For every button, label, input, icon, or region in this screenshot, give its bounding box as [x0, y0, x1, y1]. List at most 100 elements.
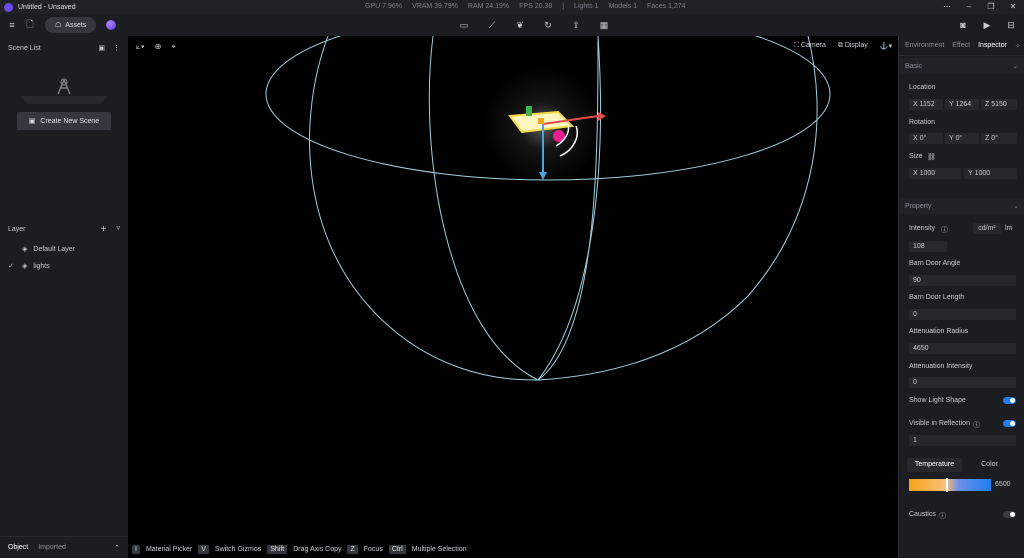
barn-door-length-input[interactable]: 0 [909, 309, 1016, 320]
tab-imported[interactable]: Imported [38, 544, 66, 551]
size-x-field[interactable]: X 1000 [909, 168, 961, 179]
ai-orb-icon[interactable] [106, 20, 117, 30]
attenuation-intensity-input[interactable]: 0 [909, 377, 1016, 388]
attenuation-radius-input[interactable]: 4650 [909, 343, 1016, 354]
maximize-icon[interactable]: ❐ [980, 0, 1002, 14]
display-label: Display [844, 42, 868, 49]
y-axis-handle[interactable] [526, 106, 532, 116]
layer-item[interactable]: ◈ Default Layer [0, 241, 128, 257]
leaf-tool-icon[interactable]: ❦ [511, 16, 529, 34]
3d-viewport[interactable]: ⟀▾ ⊕ ⌖ ⛶ Camera ⧉ Display ⚓▾ I Material … [128, 36, 898, 558]
add-scene-icon[interactable]: ▣ [98, 44, 105, 52]
path-tool-icon[interactable]: ⟋ [483, 16, 501, 34]
rotation-label: Rotation [909, 119, 936, 126]
axis-label: Y [968, 170, 973, 177]
viewport-left-tools: ⟀▾ ⊕ ⌖ [136, 42, 176, 52]
axis-gizmo-icon[interactable]: ⟀▾ [136, 42, 145, 52]
hint-key: Z [347, 545, 358, 554]
barn-door-angle-value: 90 [913, 277, 921, 284]
file-icon[interactable]: 🗋 [21, 16, 39, 34]
export-tool-icon[interactable]: ⇪ [567, 16, 585, 34]
rotation-x-field[interactable]: X 0° [909, 133, 943, 144]
unit-cdm2-button[interactable]: cd/m² [973, 223, 1001, 234]
vram-stat: VRAM 39.79% [411, 3, 458, 10]
temperature-value[interactable]: 6500 [995, 481, 1011, 488]
assets-button[interactable]: ☖ Assets [45, 17, 97, 33]
check-icon[interactable]: ✓ [0, 262, 22, 270]
help-icon[interactable]: ⓘ [939, 511, 946, 521]
tab-inspector[interactable]: Inspector [978, 42, 1007, 49]
rotate-tool-icon[interactable]: ↻ [539, 16, 557, 34]
scene-canvas[interactable] [128, 36, 898, 558]
axis-label: Y [949, 135, 954, 142]
ram-stat: RAM 24.19% [467, 3, 510, 10]
location-x-field[interactable]: X 1152 [909, 99, 943, 110]
hint-label: Focus [363, 546, 383, 553]
unit-label: cd/m² [978, 225, 996, 232]
visible-in-reflection-toggle[interactable] [1003, 420, 1016, 427]
lights-stat: Lights 1 [574, 3, 599, 10]
chevron-up-icon[interactable]: ⌃ [114, 544, 120, 552]
filter-icon[interactable]: ▿ [116, 224, 120, 235]
tab-effect[interactable]: Effect [952, 42, 970, 49]
camera-icon: ⛶ [794, 42, 799, 49]
globe-icon[interactable]: ⊕ [155, 42, 162, 52]
show-light-shape-toggle[interactable] [1003, 397, 1016, 404]
video-icon[interactable]: ▶ [978, 16, 996, 34]
reflection-input[interactable]: 1 [909, 435, 1016, 446]
tab-object[interactable]: Object [8, 544, 28, 551]
magic-icon[interactable]: ✧ [1015, 42, 1021, 50]
help-icon[interactable]: ⓘ [973, 420, 980, 430]
unit-lm-button[interactable]: lm [1005, 225, 1012, 232]
menu-icon[interactable]: ≡ [3, 16, 21, 34]
anchor-icon[interactable]: ⚓▾ [880, 42, 892, 50]
layer-label: Layer [8, 225, 26, 233]
camera-snapshot-icon[interactable]: ◙ [954, 16, 972, 34]
display-button[interactable]: ⧉ Display [838, 42, 868, 50]
texture-tool-icon[interactable]: ▦ [595, 16, 613, 34]
axis-label: Z [985, 135, 990, 142]
tab-color[interactable]: Color [962, 458, 1017, 472]
size-y-field[interactable]: Y 1000 [964, 168, 1017, 179]
intensity-input[interactable]: 108 [909, 241, 947, 252]
window-controls: ⋯ – ❐ ✕ [936, 0, 1024, 14]
stats-bar: GPU 7.96% VRAM 39.79% RAM 24.19% FPS 20.… [365, 3, 686, 10]
size-x-value: 1000 [919, 170, 936, 177]
temperature-slider[interactable] [909, 478, 991, 492]
layer-item[interactable]: ✓ ◈ lights [0, 258, 128, 274]
object-tabs: Object Imported ⌃ [0, 536, 128, 558]
temperature-handle[interactable] [946, 478, 948, 492]
layers-icon: ◈ [22, 246, 28, 253]
location-y-field[interactable]: Y 1264 [945, 99, 979, 110]
create-new-scene-button[interactable]: ▣ Create New Scene [17, 112, 111, 130]
tab-temperature[interactable]: Temperature [907, 458, 962, 472]
snap-icon[interactable]: ⌖ [171, 42, 176, 52]
chevron-down-icon: ⌄ [1013, 203, 1019, 210]
basic-section-header[interactable]: Basic ⌄ [899, 58, 1024, 74]
unlink-icon[interactable]: ⛓ [927, 153, 936, 161]
close-icon[interactable]: ✕ [1002, 0, 1024, 14]
more-icon[interactable]: ⋯ [936, 0, 958, 14]
location-z-value: 5150 [991, 101, 1007, 108]
barn-door-angle-input[interactable]: 90 [909, 275, 1016, 286]
location-z-field[interactable]: Z 5150 [981, 99, 1017, 110]
camera-button[interactable]: ⛶ Camera [794, 42, 826, 50]
basic-label: Basic [905, 62, 923, 70]
rectangle-tool-icon[interactable]: ▭ [455, 16, 473, 34]
hint-key: I [132, 545, 140, 554]
show-light-shape-label: Show Light Shape [909, 397, 966, 404]
help-icon[interactable]: ⓘ [941, 225, 948, 235]
minimize-icon[interactable]: – [958, 0, 980, 14]
add-layer-icon[interactable]: + [101, 224, 107, 235]
attenuation-intensity-value: 0 [913, 379, 917, 386]
property-section-header[interactable]: Property ⌄ [899, 198, 1024, 214]
shortcut-hints: I Material Picker V Switch Gizmos Shift … [132, 545, 467, 554]
rotation-z-field[interactable]: Z 0° [981, 133, 1017, 144]
inbox-icon[interactable]: ⊟ [1002, 16, 1020, 34]
tab-environment[interactable]: Environment [905, 42, 944, 49]
caustics-toggle[interactable] [1003, 511, 1016, 518]
intensity-value: 108 [913, 243, 925, 250]
rotation-y-field[interactable]: Y 0° [945, 133, 979, 144]
axis-label: Z [985, 101, 990, 108]
scene-more-icon[interactable]: ⋮ [113, 44, 120, 52]
